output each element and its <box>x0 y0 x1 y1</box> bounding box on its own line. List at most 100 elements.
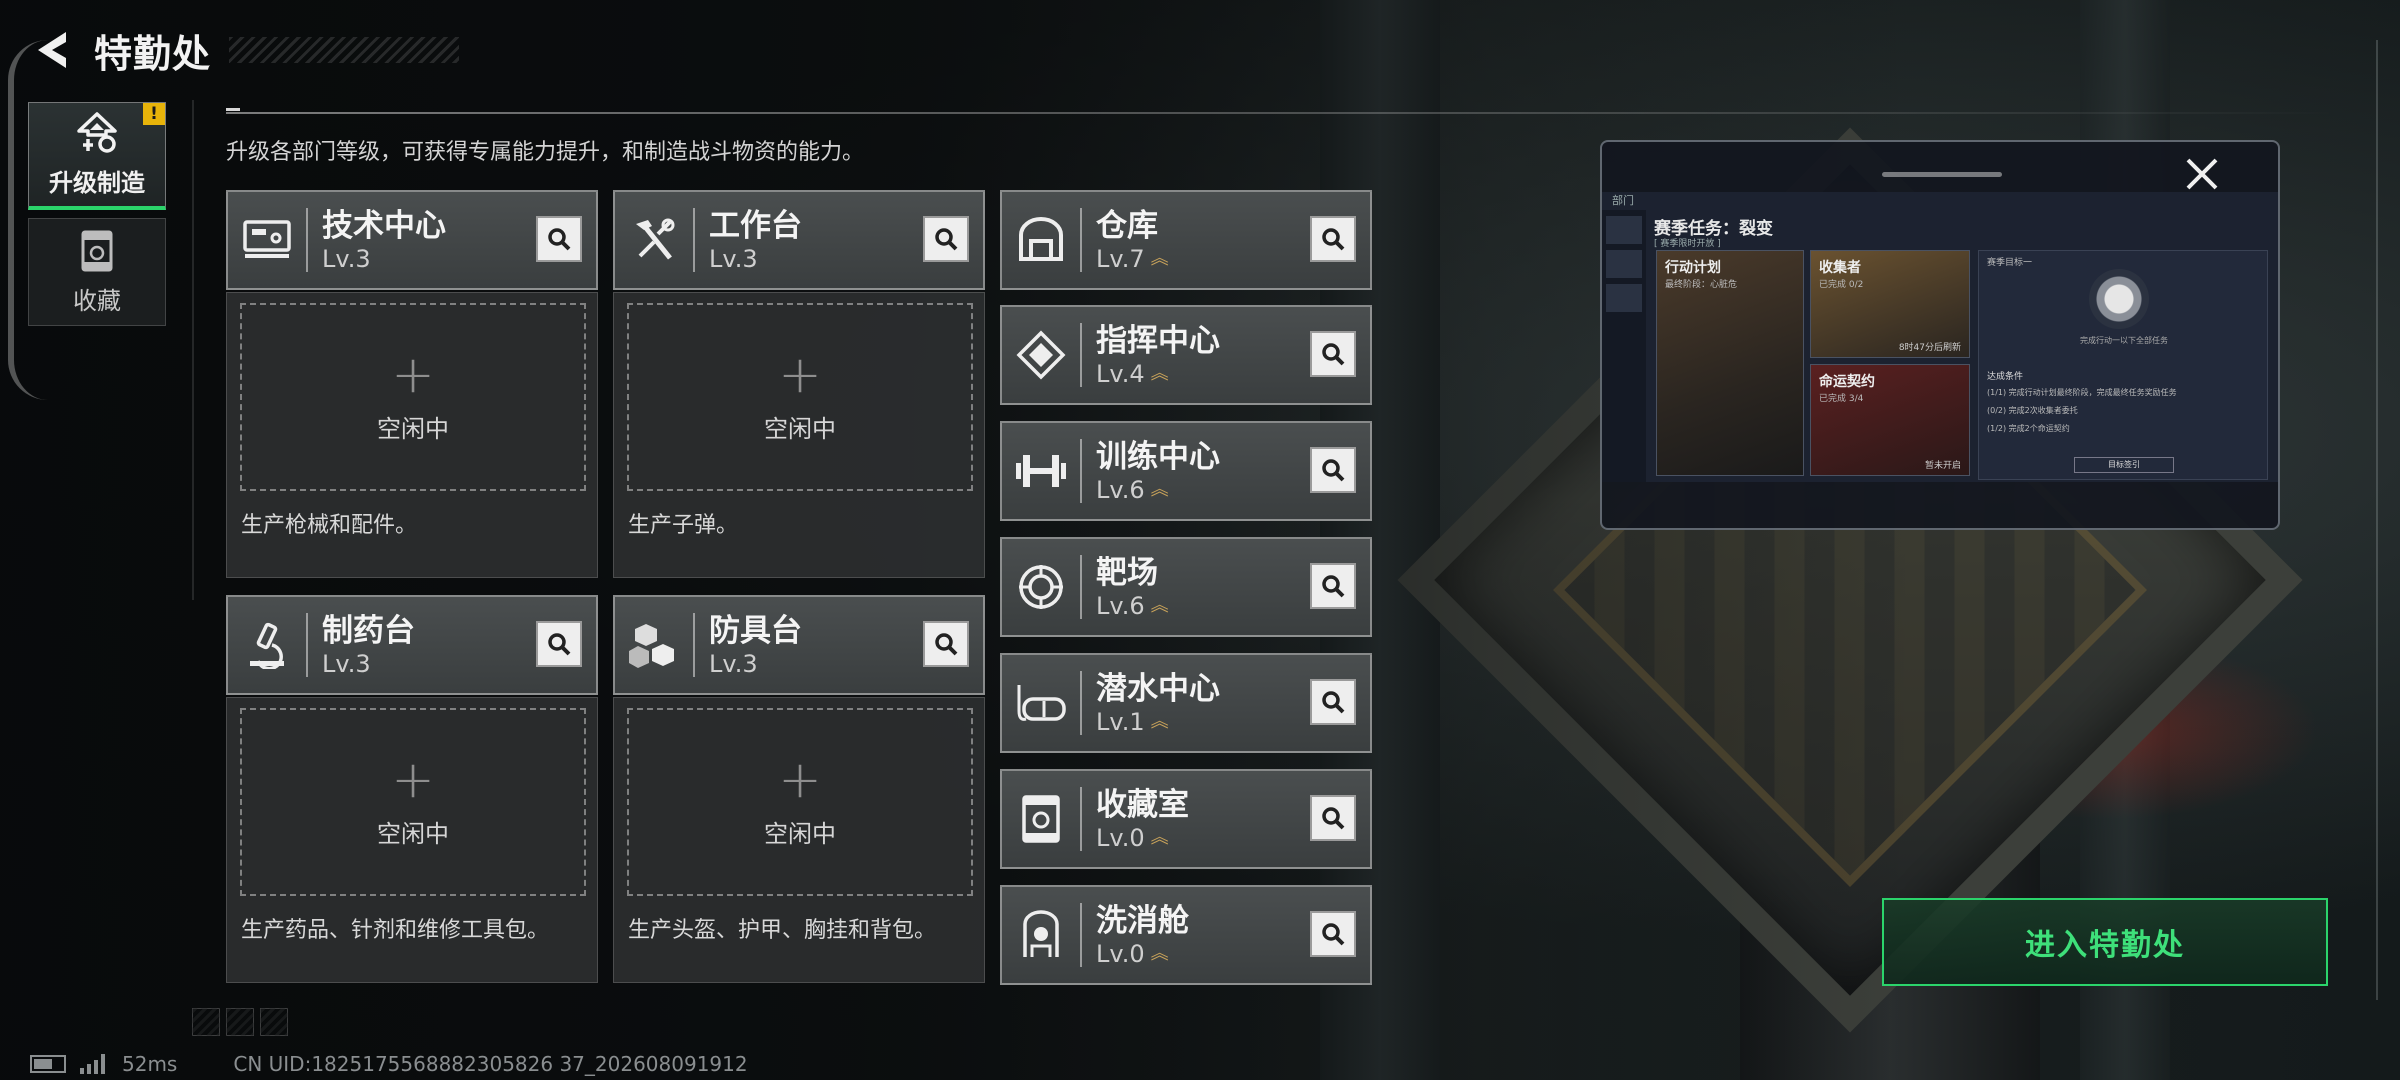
plus-icon: + <box>391 344 435 405</box>
tab-upgrade-manufacture[interactable]: ! 升级制造 <box>28 102 166 210</box>
production-panel: + 空闲中 生产子弹。 <box>613 292 985 578</box>
department-name: 防具台 <box>709 613 802 649</box>
search-icon <box>548 633 571 656</box>
department-level: Lv.3 <box>709 650 758 678</box>
microscope-icon <box>250 622 284 669</box>
armor-blocks-icon <box>629 624 674 668</box>
search-icon <box>548 228 571 251</box>
upgrade-chevron-icon: ︽ <box>1150 363 1169 384</box>
search-icon <box>1322 343 1345 366</box>
upgrade-chevron-icon: ︽ <box>1150 711 1169 732</box>
computer-icon <box>243 220 291 258</box>
preview-subtitle: [ 赛季限时开放 ] <box>1654 239 1721 249</box>
search-button[interactable] <box>536 216 582 262</box>
production-slot[interactable]: + 空闲中 <box>627 303 973 491</box>
slot-status: 空闲中 <box>764 414 836 443</box>
enter-button-label: 进入特勤处 <box>2025 928 2185 963</box>
department-card-command-center[interactable]: 指挥中心 Lv.4 ︽ <box>1000 305 1372 405</box>
department-level: Lv.3 <box>322 245 371 273</box>
side-nav: ! 升级制造 收藏 <box>28 102 166 334</box>
tab-label: 收藏 <box>73 286 121 315</box>
tab-collection[interactable]: 收藏 <box>28 218 166 326</box>
department-level: Lv.0 ︽ <box>1096 940 1169 968</box>
search-button[interactable] <box>923 216 969 262</box>
search-button[interactable] <box>1310 216 1356 262</box>
search-button[interactable] <box>1310 563 1356 609</box>
department-name: 靶场 <box>1096 555 1158 591</box>
preview-tile-operation-plan: 行动计划 最终阶段：心脏危 <box>1656 250 1804 476</box>
department-name: 指挥中心 <box>1096 323 1220 359</box>
department-name: 洗消舱 <box>1096 903 1189 939</box>
department-name: 潜水中心 <box>1096 671 1220 707</box>
status-bar: 52ms CN UID:1825175568882305826 37_20260… <box>30 1052 748 1076</box>
department-name: 收藏室 <box>1096 787 1189 823</box>
collection-icon <box>1022 795 1060 843</box>
search-button[interactable] <box>1310 795 1356 841</box>
search-icon <box>1322 691 1345 714</box>
search-button[interactable] <box>536 621 582 667</box>
upgrade-chevron-icon: ︽ <box>1150 827 1169 848</box>
search-button[interactable] <box>923 621 969 667</box>
production-description: 生产枪械和配件。 <box>241 513 418 538</box>
page-title: 特勤处 <box>94 31 212 76</box>
hazmat-icon <box>1023 910 1059 957</box>
department-level: Lv.3 <box>322 650 371 678</box>
production-description: 生产头盔、护甲、胸挂和背包。 <box>628 918 937 943</box>
production-description: 生产药品、针剂和维修工具包。 <box>241 918 550 943</box>
plus-icon: + <box>778 344 822 405</box>
close-preview-button[interactable] <box>2178 150 2226 198</box>
search-button[interactable] <box>1310 447 1356 493</box>
slot-status: 空闲中 <box>377 414 449 443</box>
preview-tile-collector: 收集者 已完成 0/2 8时47分后刷新 <box>1810 250 1970 358</box>
header: 特勤处 <box>28 22 460 78</box>
department-level: Lv.1 ︽ <box>1096 708 1169 736</box>
close-icon <box>2186 158 2218 190</box>
department-card-pharmacy[interactable]: 制药台 Lv.3 <box>226 595 598 695</box>
enter-special-ops-button[interactable]: 进入特勤处 <box>1882 898 2328 986</box>
department-level: Lv.0 ︽ <box>1096 824 1169 852</box>
production-panel: + 空闲中 生产药品、针剂和维修工具包。 <box>226 697 598 983</box>
department-card-workbench[interactable]: 工作台 Lv.3 <box>613 190 985 290</box>
page-description: 升级各部门等级，可获得专属能力提升，和制造战斗物资的能力。 <box>226 140 865 165</box>
department-name: 训练中心 <box>1096 439 1220 475</box>
department-name: 制药台 <box>322 613 415 649</box>
search-button[interactable] <box>1310 331 1356 377</box>
search-icon <box>1322 923 1345 946</box>
department-card-shooting-range[interactable]: 靶场 Lv.6 ︽ <box>1000 537 1372 637</box>
department-name: 技术中心 <box>322 208 446 244</box>
nav-rail <box>192 100 194 600</box>
warning-badge: ! <box>143 103 165 125</box>
slot-status: 空闲中 <box>764 819 836 848</box>
search-icon <box>935 633 958 656</box>
search-icon <box>1322 807 1345 830</box>
search-icon <box>935 228 958 251</box>
production-panel: + 空闲中 生产枪械和配件。 <box>226 292 598 578</box>
collection-case-icon <box>81 230 113 271</box>
production-slot[interactable]: + 空闲中 <box>240 303 586 491</box>
season-task-preview[interactable]: 部门 赛季任务：裂变 [ 赛季限时开放 ] 行动计划 最终阶段：心脏危 收集者 … <box>1600 140 2280 530</box>
command-icon <box>1016 330 1066 380</box>
production-description: 生产子弹。 <box>628 513 739 538</box>
preview-handle <box>1882 172 2002 177</box>
search-button[interactable] <box>1310 679 1356 725</box>
department-card-collection-room[interactable]: 收藏室 Lv.0 ︽ <box>1000 769 1372 869</box>
production-slot[interactable]: + 空闲中 <box>240 708 586 896</box>
department-card-diving-center[interactable]: 潜水中心 Lv.1 ︽ <box>1000 653 1372 753</box>
footer-decoration <box>192 1008 294 1036</box>
dumbbell-icon <box>1016 455 1066 487</box>
header-divider-tick <box>226 108 240 111</box>
department-card-decontamination[interactable]: 洗消舱 Lv.0 ︽ <box>1000 885 1372 985</box>
production-slot[interactable]: + 空闲中 <box>627 708 973 896</box>
tools-icon <box>636 218 675 260</box>
department-level: Lv.4 ︽ <box>1096 360 1169 388</box>
department-card-training-center[interactable]: 训练中心 Lv.6 ︽ <box>1000 421 1372 521</box>
department-card-tech-center[interactable]: 技术中心 Lv.3 <box>226 190 598 290</box>
department-card-warehouse[interactable]: 仓库 Lv.7 ︽ <box>1000 190 1372 290</box>
department-card-armor-bench[interactable]: 防具台 Lv.3 <box>613 595 985 695</box>
preview-tile-fate-contract: 命运契约 已完成 3/4 暂未开启 <box>1810 364 1970 476</box>
search-icon <box>1322 459 1345 482</box>
eagle-emblem-icon <box>2089 269 2149 329</box>
search-button[interactable] <box>1310 911 1356 957</box>
preview-screen: 部门 赛季任务：裂变 [ 赛季限时开放 ] 行动计划 最终阶段：心脏危 收集者 … <box>1602 192 2278 482</box>
preview-sidebar <box>1602 210 1646 482</box>
